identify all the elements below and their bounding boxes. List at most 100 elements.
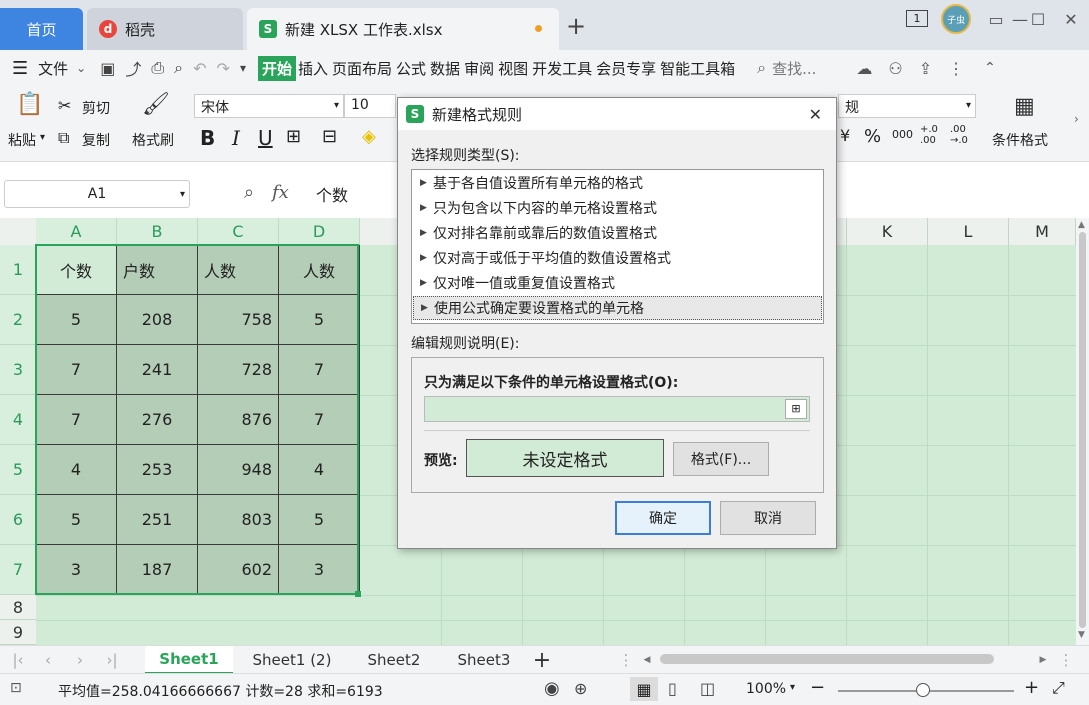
share-user-icon[interactable]: ⚇ bbox=[888, 59, 902, 78]
data-cell[interactable]: 7 bbox=[279, 395, 360, 445]
fill-handle[interactable] bbox=[355, 591, 361, 597]
search-icon[interactable]: ⌕ bbox=[757, 58, 766, 78]
data-cell[interactable]: 803 bbox=[198, 495, 279, 545]
save-icon[interactable]: ▣ bbox=[100, 59, 115, 78]
zoom-out-icon[interactable]: − bbox=[810, 677, 825, 698]
row-header-6[interactable]: 6 bbox=[0, 495, 36, 545]
menu-review[interactable]: 审阅 bbox=[462, 58, 496, 79]
data-cell[interactable]: 4 bbox=[279, 445, 360, 495]
cut-icon[interactable]: ✂ bbox=[58, 96, 71, 115]
zoom-in-icon[interactable]: + bbox=[1024, 677, 1039, 698]
data-cell[interactable]: 758 bbox=[198, 295, 279, 345]
column-header-m[interactable]: M bbox=[1009, 218, 1076, 245]
data-cell[interactable]: 5 bbox=[36, 495, 117, 545]
data-cell[interactable]: 5 bbox=[279, 295, 360, 345]
close-window-icon[interactable]: ✕ bbox=[1055, 8, 1087, 30]
window-badge[interactable]: 1 bbox=[906, 10, 928, 27]
data-cell[interactable]: 251 bbox=[117, 495, 198, 545]
scroll-up-icon[interactable]: ▲ bbox=[1078, 220, 1085, 230]
vertical-scroll-thumb[interactable] bbox=[1079, 232, 1086, 628]
select-all-corner[interactable] bbox=[0, 218, 36, 245]
currency-icon[interactable]: ¥ bbox=[840, 126, 850, 145]
header-cell[interactable]: 个数 bbox=[36, 245, 117, 295]
input-method-icon[interactable]: ⊕ bbox=[574, 679, 587, 698]
header-cell[interactable]: 人数 bbox=[279, 245, 360, 295]
more-icon[interactable]: ⋮ bbox=[948, 59, 964, 78]
increase-decimal-button[interactable]: +.0 .00 bbox=[920, 124, 942, 146]
rule-item-above-below-average[interactable]: ▶ 仅对高于或低于平均值的数值设置格式 bbox=[413, 246, 822, 270]
export-icon[interactable]: ⤴ bbox=[125, 56, 141, 80]
ribbon-scroll-icon[interactable]: › bbox=[1074, 112, 1079, 126]
number-format-select[interactable]: 规 ▾ bbox=[838, 94, 976, 118]
conditional-format-icon[interactable]: ▦ bbox=[1014, 94, 1035, 119]
prev-sheet-icon[interactable]: ‹ bbox=[38, 646, 58, 674]
chevron-down-icon[interactable]: ⌄ bbox=[76, 61, 86, 75]
copy-icon[interactable]: ⧉ bbox=[58, 128, 69, 148]
user-avatar[interactable]: 子虫 bbox=[941, 4, 971, 34]
data-cell[interactable]: 7 bbox=[36, 345, 117, 395]
fill-color-icon[interactable]: ◈ bbox=[362, 126, 376, 147]
add-sheet-icon[interactable]: + bbox=[530, 646, 554, 674]
formula-input[interactable]: 个数 bbox=[306, 180, 398, 208]
format-button[interactable]: 格式(F)... bbox=[673, 442, 769, 476]
data-cell[interactable]: 208 bbox=[117, 295, 198, 345]
dialog-title-bar[interactable]: S 新建格式规则 ✕ bbox=[398, 98, 836, 130]
underline-button[interactable]: U bbox=[258, 126, 273, 150]
data-cell[interactable]: 948 bbox=[198, 445, 279, 495]
menu-data[interactable]: 数据 bbox=[428, 58, 462, 79]
more-commands-icon[interactable]: ▾ bbox=[240, 61, 246, 75]
next-sheet-icon[interactable]: › bbox=[70, 646, 90, 674]
menu-start[interactable]: 开始 bbox=[257, 55, 296, 81]
menu-smart-tools[interactable]: 智能工具箱 bbox=[658, 58, 737, 79]
data-cell[interactable]: 602 bbox=[198, 545, 279, 595]
sheet-tab-2[interactable]: Sheet2 bbox=[352, 646, 436, 674]
status-mode-icon[interactable]: ⊡ bbox=[10, 680, 22, 696]
header-cell[interactable]: 户数 bbox=[117, 245, 198, 295]
data-cell[interactable]: 241 bbox=[117, 345, 198, 395]
menu-insert[interactable]: 插入 bbox=[296, 58, 330, 79]
print-icon[interactable]: ⎙ bbox=[151, 58, 164, 78]
column-header-a[interactable]: A bbox=[36, 218, 117, 245]
maximize-icon[interactable]: ☐ bbox=[1022, 8, 1054, 30]
column-header-k[interactable]: K bbox=[847, 218, 928, 245]
page-layout-view-icon[interactable]: ▯ bbox=[668, 679, 677, 698]
fill-style-icon[interactable]: ⊟ bbox=[322, 126, 337, 147]
tab-splitter-icon[interactable]: ⋮ bbox=[619, 646, 634, 674]
border-icon[interactable]: ⊞ bbox=[286, 126, 301, 147]
rule-item-unique-duplicate[interactable]: ▶ 仅对唯一值或重复值设置格式 bbox=[413, 271, 822, 295]
row-header-2[interactable]: 2 bbox=[0, 295, 36, 345]
sheet-tab-3[interactable]: Sheet3 bbox=[442, 646, 526, 674]
font-name-select[interactable]: 宋体 ▾ bbox=[194, 94, 344, 118]
print-preview-icon[interactable]: ⌕ bbox=[174, 58, 183, 78]
data-cell[interactable]: 5 bbox=[279, 495, 360, 545]
column-header-l[interactable]: L bbox=[928, 218, 1009, 245]
decrease-decimal-button[interactable]: .00 →.0 bbox=[950, 124, 974, 146]
data-cell[interactable]: 7 bbox=[36, 395, 117, 445]
page-break-view-icon[interactable]: ◫ bbox=[700, 679, 715, 698]
percent-button[interactable]: % bbox=[864, 126, 881, 147]
sheet-tab-1-copy[interactable]: Sheet1 (2) bbox=[238, 646, 346, 674]
paste-dropdown-icon[interactable]: ▾ bbox=[40, 132, 45, 143]
data-cell[interactable]: 253 bbox=[117, 445, 198, 495]
data-cell[interactable]: 187 bbox=[117, 545, 198, 595]
format-painter-icon[interactable]: 🖌 bbox=[142, 92, 170, 117]
paste-button[interactable]: 粘贴 bbox=[8, 130, 36, 150]
range-picker-icon[interactable]: ⊞ bbox=[785, 399, 807, 419]
zoom-slider-thumb[interactable] bbox=[916, 683, 930, 697]
cancel-button[interactable]: 取消 bbox=[720, 501, 816, 535]
ok-button[interactable]: 确定 bbox=[615, 501, 711, 535]
menu-file[interactable]: 文件 bbox=[36, 58, 70, 79]
share-icon[interactable]: ⇪ bbox=[919, 59, 932, 78]
name-box[interactable]: A1 ▾ bbox=[4, 180, 190, 208]
fullscreen-icon[interactable]: ⤢ bbox=[1052, 678, 1065, 698]
menu-formula[interactable]: 公式 bbox=[394, 58, 428, 79]
cut-button[interactable]: 剪切 bbox=[82, 98, 110, 118]
italic-button[interactable]: I bbox=[232, 126, 240, 150]
zoom-level[interactable]: 100% bbox=[746, 681, 786, 697]
column-header-c[interactable]: C bbox=[198, 218, 279, 245]
row-header-5[interactable]: 5 bbox=[0, 445, 36, 495]
bold-button[interactable]: B bbox=[200, 126, 215, 150]
data-cell[interactable]: 7 bbox=[279, 345, 360, 395]
vertical-scrollbar[interactable]: ▲ ▼ bbox=[1076, 218, 1089, 645]
menu-view[interactable]: 视图 bbox=[496, 58, 530, 79]
